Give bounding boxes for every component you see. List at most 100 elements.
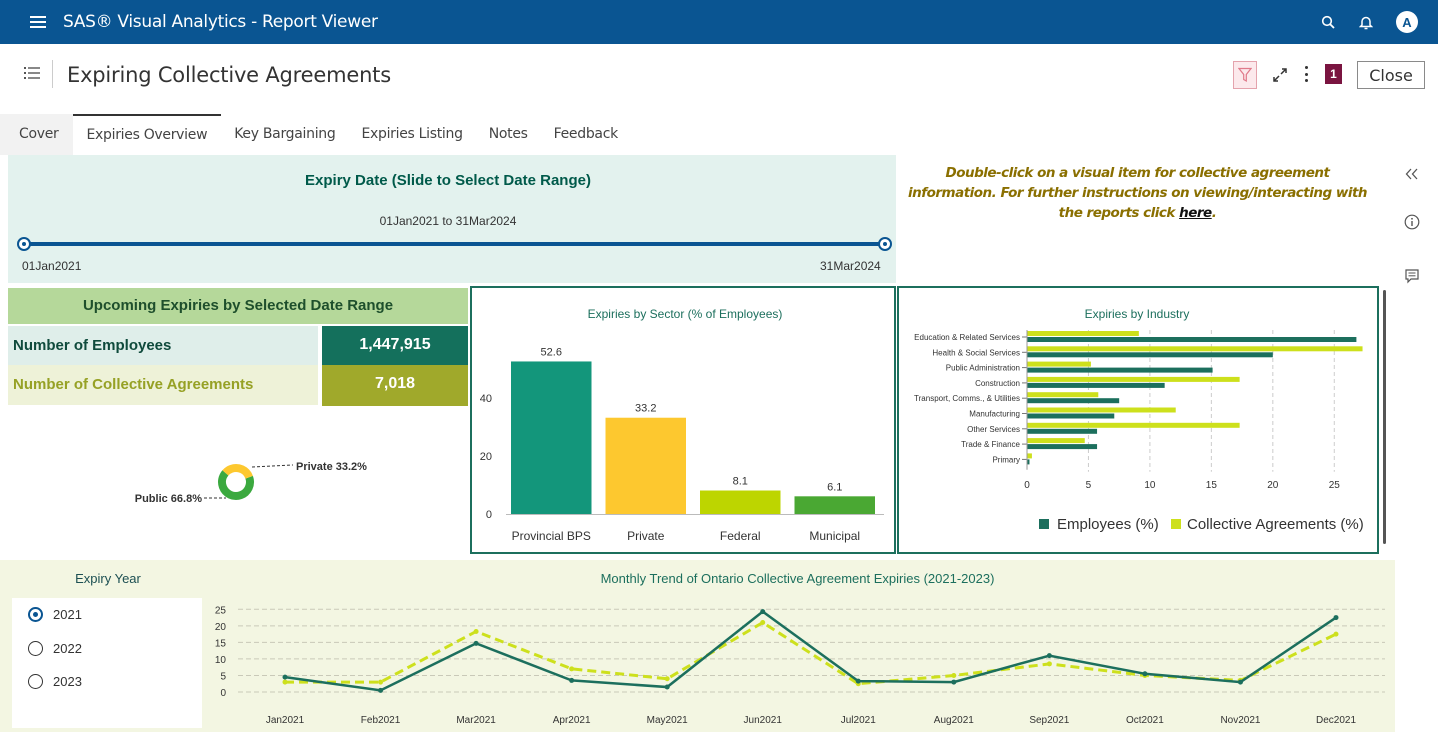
employees-kpi-row[interactable]: Number of Employees 1,447,915 xyxy=(8,326,468,366)
sector-ytick-label: 40 xyxy=(480,393,492,405)
instructions-text: Double-click on a visual item for collec… xyxy=(900,163,1375,223)
report-title: Expiring Collective Agreements xyxy=(67,63,391,87)
maximize-icon[interactable] xyxy=(1271,66,1289,84)
app-header-bar: SAS® Visual Analytics - Report Viewer A xyxy=(0,0,1438,44)
trend-xtick-label: Jun2021 xyxy=(744,715,783,726)
industry-category-label: Transport, Comms., & Utilities xyxy=(914,394,1020,403)
trend-xtick-label: Nov2021 xyxy=(1220,715,1260,726)
industry-category-label: Construction xyxy=(975,379,1020,388)
trend-xtick-label: Sep2021 xyxy=(1029,715,1069,726)
industry-bar-employees xyxy=(1027,367,1213,373)
tab-expiries-overview[interactable]: Expiries Overview xyxy=(72,114,222,155)
year-option-label: 2022 xyxy=(53,640,82,656)
trend-point-employees xyxy=(569,677,575,683)
year-option-2021[interactable]: 2021 xyxy=(28,604,82,624)
tab-feedback[interactable]: Feedback xyxy=(541,114,631,155)
notifications-bell-icon[interactable] xyxy=(1358,14,1374,30)
comments-icon[interactable] xyxy=(1403,267,1421,285)
slider-end-handle[interactable] xyxy=(878,237,892,251)
trend-point-agreements xyxy=(569,666,575,672)
employees-kpi-label: Number of Employees xyxy=(8,326,318,366)
radio-button[interactable] xyxy=(28,640,43,656)
industry-xtick-label: 25 xyxy=(1329,480,1341,491)
year-option-2022[interactable]: 2022 xyxy=(28,638,82,658)
user-avatar[interactable]: A xyxy=(1396,11,1418,33)
trend-point-agreements xyxy=(473,628,479,634)
tab-notes[interactable]: Notes xyxy=(476,114,541,155)
trend-ytick-label: 5 xyxy=(220,671,226,682)
slider-min-label: 01Jan2021 xyxy=(22,259,82,273)
industry-category-label: Trade & Finance xyxy=(961,440,1020,449)
trend-xtick-label: May2021 xyxy=(647,715,689,726)
trend-xtick-label: Feb2021 xyxy=(361,715,401,726)
expiry-year-title: Expiry Year xyxy=(75,571,141,586)
app-title: SAS® Visual Analytics - Report Viewer xyxy=(63,12,378,32)
industry-chart-card[interactable]: Expiries by Industry 0 5 10 15 20 25 Education … xyxy=(897,286,1379,554)
industry-bar-agreements xyxy=(1027,438,1085,444)
collapse-panel-icon[interactable] xyxy=(1403,165,1421,183)
trend-ytick-label: 15 xyxy=(215,638,227,649)
year-option-label: 2021 xyxy=(53,606,82,622)
agreements-kpi-row[interactable]: Number of Collective Agreements 7,018 xyxy=(8,365,468,406)
industry-category-label: Manufacturing xyxy=(969,410,1020,419)
industry-bar-employees xyxy=(1027,428,1098,434)
close-button[interactable]: Close xyxy=(1357,61,1425,89)
slider-max-label: 31Mar2024 xyxy=(820,259,881,273)
trend-xtick-label: Dec2021 xyxy=(1316,715,1356,726)
report-tabs: Cover Expiries Overview Key Bargaining E… xyxy=(0,114,1395,155)
industry-bar-agreements xyxy=(1027,361,1091,367)
filter-icon[interactable] xyxy=(1233,61,1257,89)
instructions-here-link[interactable]: here xyxy=(1179,205,1212,221)
sector-category-label: Federal xyxy=(720,529,761,543)
tab-key-bargaining[interactable]: Key Bargaining xyxy=(221,114,348,155)
slider-track[interactable] xyxy=(24,242,885,246)
sector-chart-card[interactable]: Expiries by Sector (% of Employees) 0 20 40… xyxy=(470,286,896,554)
tab-expiries-listing[interactable]: Expiries Listing xyxy=(348,114,475,155)
sector-bar xyxy=(700,490,781,514)
public-private-donut-chart[interactable]: Public 66.8% Private 33.2% xyxy=(8,412,468,552)
industry-bar-agreements xyxy=(1027,453,1032,459)
trend-xtick-label: Aug2021 xyxy=(934,715,974,726)
industry-bar-agreements xyxy=(1027,407,1176,413)
year-option-2023[interactable]: 2023 xyxy=(28,671,82,691)
employees-kpi-value: 1,447,915 xyxy=(322,326,468,366)
trend-point-agreements xyxy=(1046,661,1052,667)
trend-point-agreements xyxy=(760,620,766,626)
more-options-icon[interactable] xyxy=(1302,64,1310,84)
trend-point-employees xyxy=(1046,653,1052,659)
tab-cover[interactable]: Cover xyxy=(0,114,73,155)
industry-bar-agreements xyxy=(1027,392,1099,398)
slider-start-handle[interactable] xyxy=(17,237,31,251)
info-icon[interactable] xyxy=(1403,213,1421,231)
monthly-trend-chart[interactable]: 0 5 10 15 20 25 Jan2021 Feb2021 Mar2021 Apr2021 Ma… xyxy=(200,598,1390,730)
instructions-suffix: . xyxy=(1211,205,1217,221)
industry-category-label: Public Administration xyxy=(946,364,1020,373)
trend-point-employees xyxy=(1237,679,1243,685)
industry-bar-agreements xyxy=(1027,422,1240,428)
trend-point-employees xyxy=(282,674,288,680)
radio-button[interactable] xyxy=(28,673,43,689)
trend-point-agreements xyxy=(378,679,384,685)
trend-point-employees xyxy=(855,678,861,684)
sector-ytick-label: 20 xyxy=(480,451,492,463)
industry-category-label: Health & Social Services xyxy=(932,348,1020,357)
public-slice-label: Public 66.8% xyxy=(135,493,202,505)
hamburger-menu-icon[interactable] xyxy=(30,16,46,28)
trend-point-employees xyxy=(378,687,384,693)
trend-point-employees xyxy=(760,609,766,615)
legend-label-agreements: Collective Agreements (%) xyxy=(1187,516,1364,533)
trend-point-agreements xyxy=(664,676,670,682)
page-list-icon[interactable] xyxy=(24,66,40,80)
trend-point-employees xyxy=(951,679,957,685)
industry-bar-employees xyxy=(1027,444,1098,450)
industry-bar-employees xyxy=(1027,382,1165,388)
radio-button[interactable] xyxy=(28,606,43,622)
vertical-scrollbar[interactable] xyxy=(1383,290,1386,544)
search-icon[interactable] xyxy=(1320,14,1336,30)
trend-point-agreements xyxy=(1333,631,1339,637)
trend-xtick-label: Mar2021 xyxy=(456,715,496,726)
industry-bar-employees xyxy=(1027,398,1120,404)
industry-category-label: Primary xyxy=(992,455,1020,464)
trend-chart-title: Monthly Trend of Ontario Collective Agre… xyxy=(600,571,995,586)
upcoming-expiries-title: Upcoming Expiries by Selected Date Range xyxy=(8,288,468,324)
